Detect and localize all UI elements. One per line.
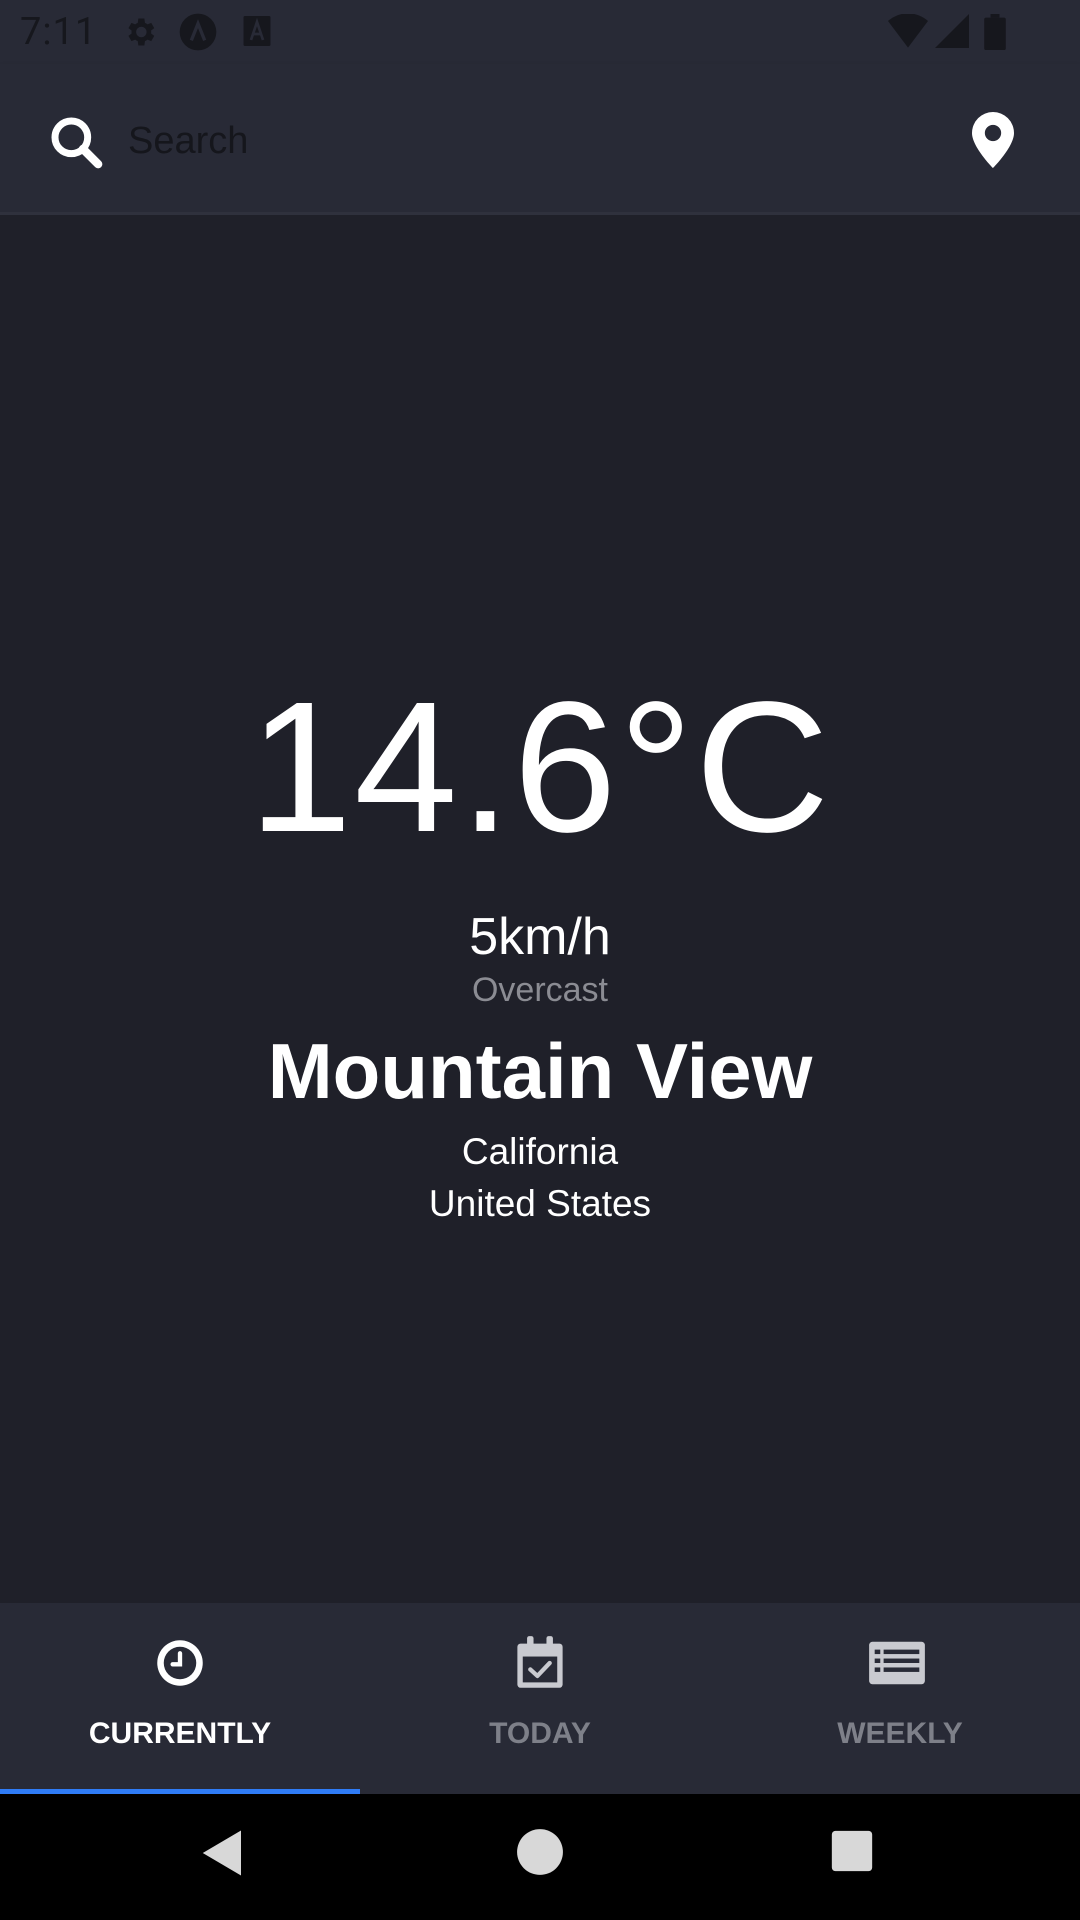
current-weather-panel: 14.6°C 5km/h Overcast Mountain View Cali…	[0, 215, 1080, 1603]
settings-icon	[128, 18, 155, 46]
tab-currently[interactable]: CURRENTLY	[0, 1603, 360, 1794]
calendar-check-icon	[517, 1636, 563, 1688]
clock-icon	[157, 1640, 203, 1686]
wifi-icon	[888, 14, 928, 48]
back-icon[interactable]	[196, 1826, 250, 1880]
a-text-icon	[243, 16, 271, 46]
region-name: California	[461, 1131, 619, 1172]
tab-weekly[interactable]: WEEKLY	[720, 1603, 1080, 1794]
wind-speed: 5km/h	[469, 908, 611, 966]
tab-today-label: TODAY	[489, 1717, 591, 1750]
app-badge-icon	[179, 13, 217, 51]
status-bar: 7:11	[0, 0, 1080, 64]
tab-currently-label: CURRENTLY	[88, 1717, 272, 1750]
location-pin-icon[interactable]	[972, 112, 1014, 168]
weather-summary: 14.6°C 5km/h Overcast Mountain View Cali…	[0, 675, 1080, 1229]
tab-today[interactable]: TODAY	[360, 1603, 720, 1794]
search-input[interactable]	[126, 104, 950, 178]
city-name: Mountain View	[267, 1027, 813, 1115]
country-name: United States	[428, 1183, 652, 1224]
signal-icon	[935, 14, 969, 48]
list-icon	[869, 1641, 925, 1685]
weather-app-screen: 7:11 Search 14.6°C 5km/h Overcast Mounta…	[0, 0, 1080, 1920]
recents-icon[interactable]	[830, 1829, 874, 1873]
system-nav-bar	[0, 1794, 1080, 1920]
temperature-value: 14.6°C	[248, 664, 832, 871]
bottom-tab-bar: CURRENTLY TODAY WEEKLY	[0, 1603, 1080, 1794]
battery-icon	[984, 14, 1006, 50]
search-bar	[0, 64, 1080, 215]
home-icon[interactable]	[515, 1827, 565, 1877]
tab-weekly-label: WEEKLY	[837, 1717, 963, 1750]
weather-condition: Overcast	[471, 971, 609, 1009]
status-time: 7:11	[20, 10, 98, 54]
search-icon[interactable]	[48, 114, 104, 170]
